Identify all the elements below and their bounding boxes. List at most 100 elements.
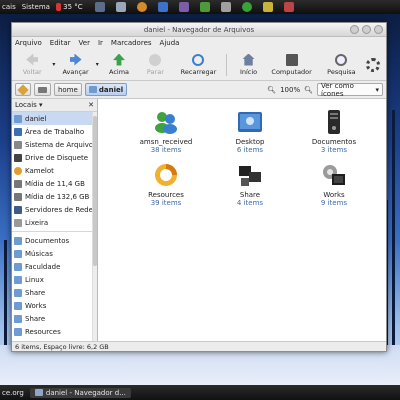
file-info: 4 items (236, 199, 264, 207)
up-button[interactable]: Acima (101, 50, 137, 80)
app-launcher-icon[interactable] (220, 2, 231, 12)
sidebar-item-trash[interactable]: Lixeira (12, 216, 97, 229)
chat-launcher-icon[interactable] (199, 2, 210, 12)
file-item-resources[interactable]: Resources 39 items (124, 162, 208, 207)
zoom-in-icon[interactable]: 🔍︎ (304, 86, 313, 94)
power-icon[interactable] (283, 2, 294, 12)
temperature-value: 35 °C (63, 3, 83, 11)
reload-icon (192, 53, 205, 66)
window-titlebar[interactable]: daniel - Navegador de Arquivos (12, 23, 386, 37)
window-controls (350, 25, 383, 34)
menu-view[interactable]: Ver (79, 39, 90, 47)
sidebar-item-label: daniel (25, 114, 47, 123)
file-info: 9 items (320, 199, 348, 207)
breadcrumb-left-button[interactable] (34, 83, 51, 96)
file-item-documentos[interactable]: Documentos 3 items (292, 109, 376, 154)
sidebar-item-kamelot[interactable]: Kamelot (12, 164, 97, 177)
file-item-desktop[interactable]: Desktop 6 items (208, 109, 292, 154)
file-manager-launcher-icon[interactable] (115, 2, 126, 12)
zoom-out-icon[interactable]: 🔍︎ (267, 86, 276, 94)
search-button[interactable]: Pesquisa (317, 50, 367, 80)
sidebar-bookmark-share-2[interactable]: Share (12, 312, 97, 325)
sidebar-item-filesystem[interactable]: Sistema de Arquivos (12, 138, 97, 151)
hard-drive-icon (14, 140, 22, 149)
trash-icon (14, 218, 22, 227)
sidebar-item-daniel[interactable]: daniel (12, 112, 97, 125)
sidebar-bookmark-faculdade[interactable]: Faculdade (12, 260, 97, 273)
drive-icon (38, 86, 47, 93)
top-panel: cais Sistema 35 °C (0, 0, 400, 14)
menu-file[interactable]: Arquivo (15, 39, 42, 47)
file-item-amsn-received[interactable]: amsn_received 38 items (124, 109, 208, 154)
folder-icon (14, 249, 22, 258)
close-icon[interactable]: ✕ (88, 101, 94, 109)
system-monitor-icon[interactable] (262, 2, 273, 12)
back-label: Voltar (22, 67, 42, 76)
sidebar-item-media-132[interactable]: Mídia de 132,6 GB (12, 190, 97, 203)
documents-folder-icon (321, 109, 347, 135)
menu-help[interactable]: Ajuda (160, 39, 180, 47)
sidebar: Locais ▾ ✕ daniel Área de Trabalho Siste… (12, 99, 98, 341)
firefox-launcher-icon[interactable] (136, 2, 147, 12)
back-button[interactable]: Voltar (14, 50, 50, 80)
floppy-icon (14, 153, 22, 162)
file-name: Works (323, 191, 345, 199)
reload-button[interactable]: Recarregar (174, 50, 224, 80)
resources-folder-icon (153, 162, 179, 188)
sidebar-header: Locais ▾ ✕ (12, 99, 97, 112)
media-launcher-icon[interactable] (178, 2, 189, 12)
menu-bookmarks[interactable]: Marcadores (111, 39, 152, 47)
close-icon[interactable] (374, 25, 383, 34)
scrollbar-thumb[interactable] (93, 116, 97, 266)
sidebar-bookmark-musicas[interactable]: Músicas (12, 247, 97, 260)
menu-go[interactable]: Ir (98, 39, 103, 47)
panel-left-text[interactable]: ce.org (2, 389, 24, 397)
sidebar-item-floppy[interactable]: Drive de Disquete (12, 151, 97, 164)
sidebar-item-label: Faculdade (25, 262, 61, 271)
sidebar-bookmark-documentos[interactable]: Documentos (12, 234, 97, 247)
terminal-launcher-icon[interactable] (94, 2, 105, 12)
breadcrumb-daniel-label: daniel (98, 85, 124, 94)
file-info: 3 items (320, 146, 348, 154)
file-browser-window: daniel - Navegador de Arquivos Arquivo E… (11, 22, 387, 352)
system-menu[interactable]: Sistema (22, 3, 50, 11)
text-editor-launcher-icon[interactable] (157, 2, 168, 12)
file-item-works[interactable]: Works 9 items (292, 162, 376, 207)
sidebar-scrollbar[interactable] (92, 112, 97, 341)
share-folder-icon (237, 162, 263, 188)
breadcrumb-home[interactable]: home (54, 83, 82, 96)
forward-arrow-icon (69, 53, 82, 66)
breadcrumb-daniel[interactable]: daniel (84, 83, 128, 96)
file-item-share[interactable]: Share 4 items (208, 162, 292, 207)
sidebar-bookmark-works[interactable]: Works (12, 299, 97, 312)
places-menu[interactable]: cais (2, 3, 16, 11)
sidebar-item-network[interactable]: Servidores de Rede (12, 203, 97, 216)
search-label: Pesquisa (327, 67, 356, 76)
play-launcher-icon[interactable] (241, 2, 252, 12)
zoom-controls: 🔍︎ 100% 🔍︎ Ver como ícones ▾ (267, 82, 386, 98)
taskbar-file-browser[interactable]: daniel - Navegador d... (29, 387, 131, 398)
sidebar-bookmark-resources[interactable]: Resources (12, 325, 97, 338)
chevron-down-icon[interactable]: ▾ (52, 61, 55, 68)
chevron-down-icon[interactable]: ▾ (96, 61, 99, 68)
computer-button[interactable]: Computador (267, 50, 317, 80)
window-icon (34, 389, 43, 396)
menu-edit[interactable]: Editar (50, 39, 71, 47)
icon-grid: amsn_received 38 items Desktop 6 items D… (98, 99, 386, 207)
home-button[interactable]: Início (230, 50, 266, 80)
view-mode-select[interactable]: Ver como ícones ▾ (317, 82, 383, 98)
sidebar-bookmark-linux[interactable]: Linux (12, 273, 97, 286)
sidebar-bookmark-share[interactable]: Share (12, 286, 97, 299)
sidebar-item-desktop[interactable]: Área de Trabalho (12, 125, 97, 138)
stop-button[interactable]: Parar (137, 50, 173, 80)
sidebar-item-media-11[interactable]: Mídia de 11,4 GB (12, 177, 97, 190)
maximize-icon[interactable] (362, 25, 371, 34)
edit-location-button[interactable] (15, 83, 31, 96)
toolbar-separator (226, 53, 228, 76)
minimize-icon[interactable] (350, 25, 359, 34)
home-icon (242, 53, 255, 66)
forward-button[interactable]: Avançar (57, 50, 93, 80)
up-label: Acima (108, 67, 130, 76)
sidebar-mode-select[interactable]: Locais ▾ (15, 101, 43, 109)
file-name: Desktop (235, 138, 265, 146)
